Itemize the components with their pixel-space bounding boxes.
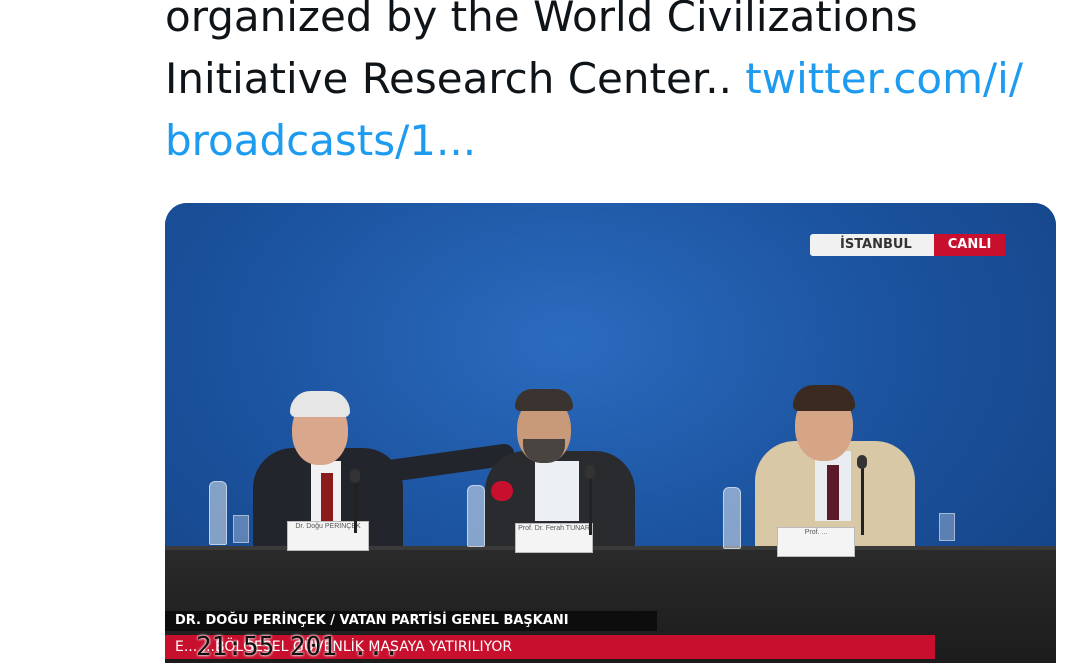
video-media[interactable]: İSTANBUL CANLI Dr. Doğu PERİNÇEK Prof. D… [165,203,1056,663]
location-label: İSTANBUL [810,234,934,256]
tweet-text-line-2-body: Initiative Research Center.. [165,54,746,103]
water-bottle [209,481,227,545]
microphone-center-head [585,465,595,479]
overlay-time-text: 21:55 201 ... [196,632,400,662]
microphone-right [861,465,864,535]
glass [233,515,249,543]
nameplate-center: Prof. Dr. Ferah TUNAR [515,523,593,553]
microphone-center [589,475,592,535]
broadcast-link-part-2[interactable]: broadcasts/1... [165,110,1045,172]
speaker-caption: DR. DOĞU PERİNÇEK / VATAN PARTİSİ GENEL … [165,611,657,631]
tweet-text-line-2: Initiative Research Center.. twitter.com… [165,48,1045,110]
water-bottle [467,485,485,547]
location-badge: İSTANBUL CANLI [810,234,1006,256]
tweet-text-line-1: organized by the World Civilizations [165,0,918,41]
water-bottle [723,487,741,549]
broadcast-link-part-1[interactable]: twitter.com/i/ [745,54,1023,103]
nameplate-right: Prof. ... [777,527,855,557]
live-badge: CANLI [933,234,1006,256]
microphone-left [354,479,357,533]
red-microphone [491,481,513,501]
glass [939,513,955,541]
microphone-right-head [857,455,867,469]
tweet-text: organized by the World Civilizations Ini… [165,0,1045,172]
microphone-left-head [350,469,360,483]
